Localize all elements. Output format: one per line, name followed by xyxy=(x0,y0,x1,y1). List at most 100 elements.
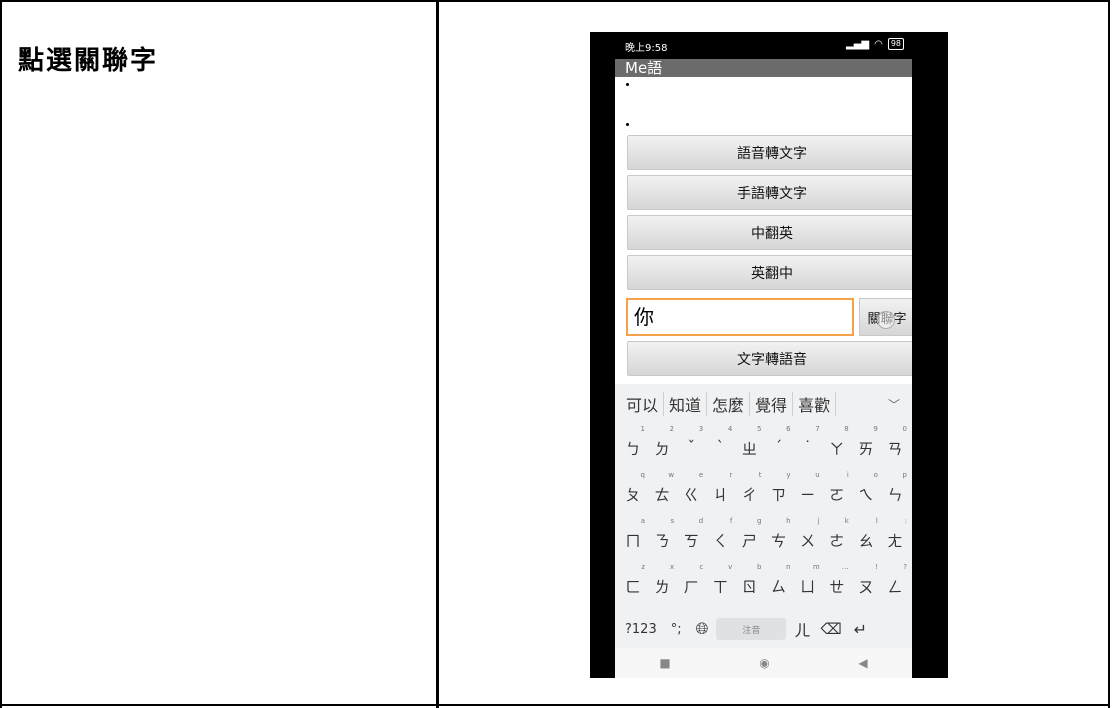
keyboard-bottom-row: ?123 °; 🌐︎ 注音 ㄦ ⌫ ↵ xyxy=(615,614,912,644)
status-bar: 晚上9:58 ▂▄▆ ◠ 98 xyxy=(615,32,912,59)
table-border-left xyxy=(0,0,2,708)
keyboard-key[interactable]: xㄌ xyxy=(648,563,676,598)
keyboard-key[interactable]: 3ˇ xyxy=(677,425,705,460)
android-nav-bar: ■ ◉ ◀ xyxy=(615,648,912,678)
keyboard-key[interactable]: oㄟ xyxy=(852,471,880,506)
keyboard-key[interactable]: 0ㄢ xyxy=(881,425,909,460)
key-hint: 8 xyxy=(844,425,849,433)
keyboard-key[interactable]: 5ㄓ xyxy=(735,425,763,460)
key-hint: 3 xyxy=(698,425,704,433)
keyboard-key[interactable]: eㄍ xyxy=(677,471,705,506)
keyboard-key[interactable]: hㄘ xyxy=(765,517,793,552)
home-icon[interactable]: ◉ xyxy=(759,656,769,670)
keyboard-key[interactable]: :ㄤ xyxy=(881,517,909,552)
battery-icon: 98 xyxy=(887,38,904,50)
key-hint: 6 xyxy=(786,425,791,433)
keyboard-key[interactable]: 6ˊ xyxy=(765,425,793,460)
key-hint: u xyxy=(815,471,820,479)
suggestion-bar: 可以 知道 怎麼 覺得 喜歡 ﹀ xyxy=(615,384,912,424)
keyboard-key[interactable]: cㄏ xyxy=(677,563,705,598)
table-border-top xyxy=(0,0,1110,2)
signal-icon: ▂▄▆ xyxy=(846,38,870,50)
key-hint: k xyxy=(844,517,849,525)
key-hint: : xyxy=(904,517,907,525)
keyboard-key[interactable]: vㄒ xyxy=(706,563,734,598)
keyboard-key[interactable]: fㄑ xyxy=(706,517,734,552)
keyboard-key[interactable]: rㄐ xyxy=(706,471,734,506)
suggestion-item[interactable]: 覺得 xyxy=(750,392,794,416)
keyboard-key[interactable]: lㄠ xyxy=(852,517,880,552)
zh-to-en-button[interactable]: 中翻英 xyxy=(627,215,912,250)
sign-to-text-button[interactable]: 手語轉文字 xyxy=(627,175,912,210)
backspace-icon[interactable]: ⌫ xyxy=(820,620,841,638)
keyboard-key[interactable]: qㄆ xyxy=(619,471,647,506)
key-hint: ! xyxy=(875,563,878,571)
keyboard-key[interactable]: sㄋ xyxy=(648,517,676,552)
keyboard-key[interactable]: 7 ˙ xyxy=(794,425,822,460)
keyboard-key[interactable]: uㄧ xyxy=(794,471,822,506)
keyboard-key[interactable]: bㄖ xyxy=(735,563,763,598)
suggestion-item[interactable]: 可以 xyxy=(621,392,665,416)
key-hint: 0 xyxy=(902,425,907,433)
key-hint: a xyxy=(640,517,645,525)
keyboard-key[interactable]: 1ㄅ xyxy=(619,425,647,460)
suggestion-item[interactable]: 喜歡 xyxy=(793,392,837,416)
key-hint: b xyxy=(756,563,762,571)
keyboard-key[interactable]: zㄈ xyxy=(619,563,647,598)
keyboard-key[interactable]: mㄩ xyxy=(794,563,822,598)
keyboard-key[interactable]: … ㄝ xyxy=(823,563,851,598)
keyboard-key[interactable]: iㄛ xyxy=(823,471,851,506)
key-hint: n xyxy=(786,563,791,571)
keyboard-key[interactable]: ? ㄥ xyxy=(881,563,909,598)
keyboard-key[interactable]: jㄨ xyxy=(794,517,822,552)
key-hint: r xyxy=(729,471,733,479)
keyboard-row: z ㄈ x ㄌ c ㄏ v ㄒ b ㄖ n ㄙ m ㄩ… ㄝ! ㄡ? ㄥ xyxy=(619,563,909,598)
keyboard-key[interactable]: aㄇ xyxy=(619,517,647,552)
suggestion-item[interactable]: 怎麼 xyxy=(707,392,751,416)
key-hint: l xyxy=(875,517,878,525)
app-title: Me語 xyxy=(625,59,663,77)
symbols-key[interactable]: ?123 xyxy=(625,622,657,637)
key-hint: t xyxy=(758,471,762,479)
keyboard-key[interactable]: tㄔ xyxy=(735,471,763,506)
keyboard-key[interactable]: gㄕ xyxy=(735,517,763,552)
speech-to-text-button[interactable]: 語音轉文字 xyxy=(627,135,912,170)
keyboard-key[interactable]: yㄗ xyxy=(765,471,793,506)
onscreen-keyboard: 可以 知道 怎麼 覺得 喜歡 ﹀ 1 ㄅ 2 ㄉ 3 ˇ 4 ˋ 5 ㄓ 6 ˊ 7 ˙ 8 ㄚ 9 ㄞ 0 ㄢ q ㄆ w… xyxy=(615,384,912,678)
recents-icon[interactable]: ■ xyxy=(659,656,670,670)
chevron-down-icon[interactable]: ﹀ xyxy=(888,396,900,413)
keyboard-key[interactable]: 8ㄚ xyxy=(823,425,851,460)
en-to-zh-button[interactable]: 英翻中 xyxy=(627,255,912,290)
app-titlebar: Me語 xyxy=(615,59,912,77)
keyboard-key[interactable]: 2ㄉ xyxy=(648,425,676,460)
key-hint: p xyxy=(902,471,907,479)
suggestion-item[interactable]: 知道 xyxy=(664,392,708,416)
key-hint: f xyxy=(729,517,733,525)
enter-icon[interactable]: ↵ xyxy=(854,620,867,639)
keyboard-key[interactable]: ! ㄡ xyxy=(852,563,880,598)
keyboard-key[interactable]: 4ˋ xyxy=(706,425,734,460)
key-hint: 4 xyxy=(727,425,733,433)
back-icon[interactable]: ◀ xyxy=(858,656,867,670)
key-hint: 9 xyxy=(873,425,878,433)
key-hint: g xyxy=(756,517,762,525)
key-hint: ? xyxy=(903,563,907,571)
list-bullet xyxy=(626,123,629,126)
key-hint: e xyxy=(698,471,704,479)
key-hint: 7 xyxy=(815,425,820,433)
keyboard-key[interactable]: wㄊ xyxy=(648,471,676,506)
er-key[interactable]: ㄦ xyxy=(794,617,810,641)
keyboard-key[interactable]: 9ㄞ xyxy=(852,425,880,460)
text-input[interactable]: 你 xyxy=(626,298,854,336)
space-key[interactable]: 注音 xyxy=(716,618,787,640)
key-hint: y xyxy=(786,471,791,479)
globe-icon[interactable]: 🌐︎ xyxy=(696,619,709,639)
keyboard-key[interactable]: pㄣ xyxy=(881,471,909,506)
text-to-speech-button[interactable]: 文字轉語音 xyxy=(627,341,912,376)
keyboard-key[interactable]: kㄜ xyxy=(823,517,851,552)
keyboard-key[interactable]: nㄙ xyxy=(765,563,793,598)
key-hint: m xyxy=(812,563,820,571)
punctuation-key[interactable]: °; xyxy=(671,622,682,637)
keyboard-key[interactable]: dㄎ xyxy=(677,517,705,552)
table-border-right xyxy=(1108,0,1110,708)
